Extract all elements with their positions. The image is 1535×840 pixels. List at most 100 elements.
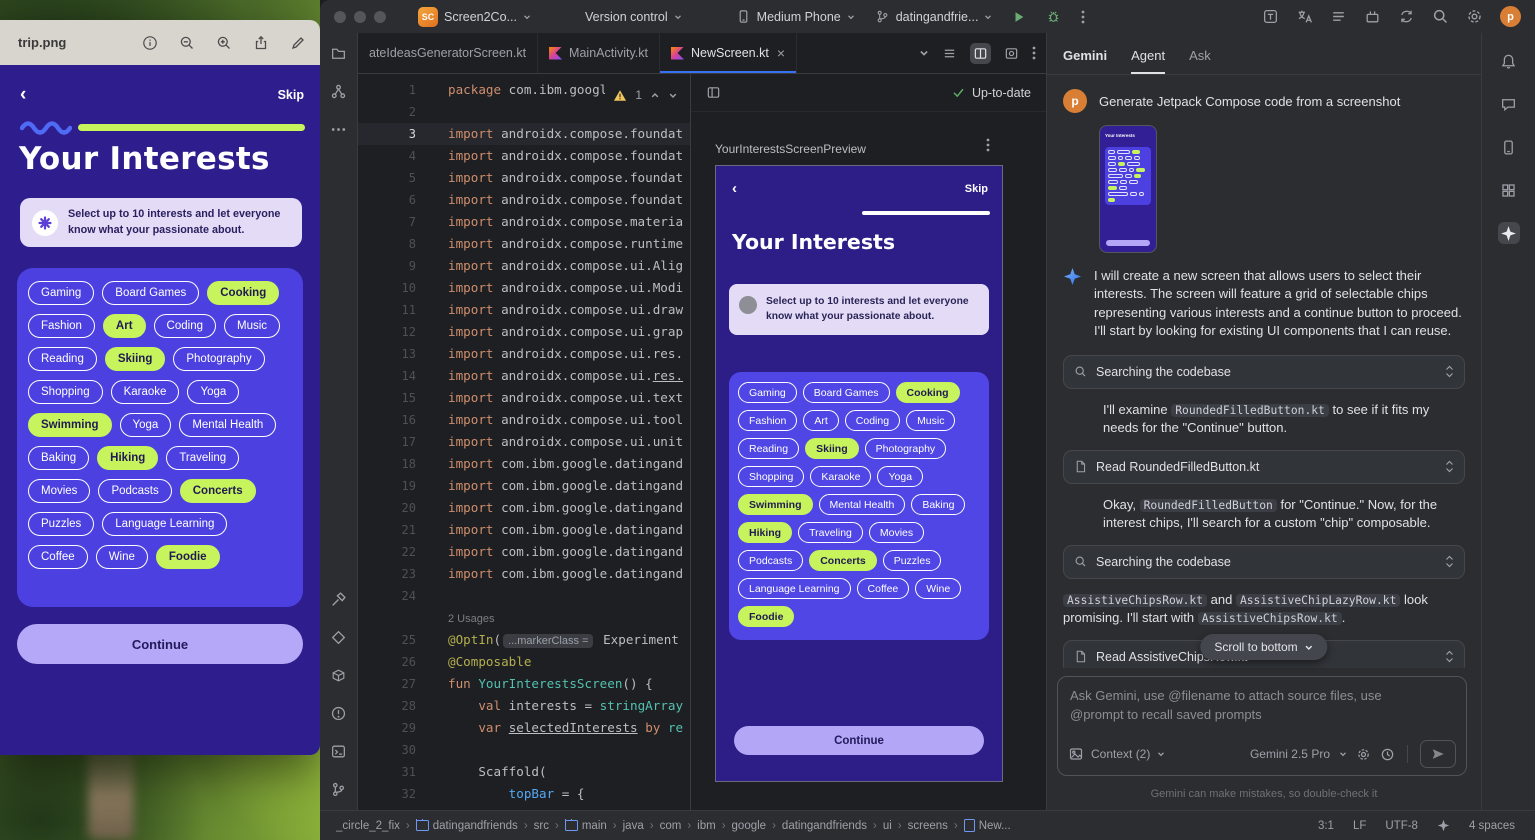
design-view-icon[interactable]	[1001, 43, 1022, 64]
code-line[interactable]: 4import androidx.compose.foundat	[358, 145, 690, 167]
line-separator[interactable]: LF	[1353, 820, 1366, 832]
breadcrumb-_circle_2_fix[interactable]: _circle_2_fix	[336, 820, 400, 832]
history-clock-icon[interactable]	[1380, 747, 1395, 762]
run-button[interactable]	[1006, 7, 1032, 27]
project-tool-icon[interactable]	[330, 45, 347, 62]
tab-agent[interactable]: Agent	[1131, 48, 1165, 74]
breadcrumb-google[interactable]: google	[732, 820, 767, 832]
code-line[interactable]: 24	[358, 585, 690, 607]
code-line[interactable]: 7import androidx.compose.materia	[358, 211, 690, 233]
breadcrumb-new-[interactable]: New...	[964, 819, 1011, 832]
tab-ask[interactable]: Ask	[1189, 48, 1211, 74]
editor-kebab-icon[interactable]	[1032, 46, 1036, 60]
code-editor[interactable]: 1package com.ibm.googl23import androidx.…	[358, 74, 690, 810]
notifications-bell-icon[interactable]	[1498, 50, 1520, 72]
terminal-icon[interactable]	[330, 743, 347, 760]
code-line[interactable]: 17import androidx.compose.ui.unit	[358, 431, 690, 453]
code-line[interactable]: 32 topBar = {	[358, 783, 690, 805]
search-icon[interactable]	[1432, 8, 1449, 25]
code-line[interactable]: 15import androidx.compose.ui.text	[358, 387, 690, 409]
ui-check-icon[interactable]	[1262, 8, 1279, 25]
more-tools-icon[interactable]	[330, 121, 347, 138]
build-hammer-icon[interactable]	[330, 591, 347, 608]
file-encoding[interactable]: UTF-8	[1385, 820, 1418, 832]
code-line[interactable]: 12import androidx.compose.ui.grap	[358, 321, 690, 343]
code-line[interactable]: 8import androidx.compose.runtime	[358, 233, 690, 255]
share-icon[interactable]	[252, 34, 269, 51]
gemini-status-icon[interactable]	[1437, 819, 1450, 832]
code-line[interactable]: 18import com.ibm.google.datingand	[358, 453, 690, 475]
device-selector[interactable]: Medium Phone	[730, 6, 861, 27]
breadcrumb-main[interactable]: main	[565, 820, 607, 832]
scroll-to-bottom-button[interactable]: Scroll to bottom	[1200, 634, 1327, 660]
markup-pencil-icon[interactable]	[289, 34, 306, 51]
attachment-thumbnail[interactable]: Your Interests	[1099, 125, 1157, 253]
preview-sync-status[interactable]: Up-to-date	[952, 86, 1031, 100]
preview-name[interactable]: YourInterestsScreenPreview	[715, 142, 866, 156]
split-pane-icon[interactable]	[706, 85, 721, 100]
code-line[interactable]: 14import androidx.compose.ui.res.	[358, 365, 690, 387]
todo-list-icon[interactable]	[1330, 8, 1347, 25]
gemini-input[interactable]: Ask Gemini, use @filename to attach sour…	[1057, 676, 1467, 776]
run-configuration[interactable]: datingandfrie...	[869, 6, 999, 27]
prev-problem-chevron-icon[interactable]	[650, 91, 660, 100]
preview-kebab-icon[interactable]	[986, 138, 990, 152]
breadcrumb-ibm[interactable]: ibm	[697, 820, 716, 832]
project-selector[interactable]: SC Screen2Co...	[412, 4, 537, 30]
code-line[interactable]: 20import com.ibm.google.datingand	[358, 497, 690, 519]
minimize-window-icon[interactable]	[354, 11, 366, 23]
version-control-icon[interactable]	[330, 781, 347, 798]
split-view-icon[interactable]	[970, 43, 991, 64]
expand-chevrons-icon[interactable]	[1445, 460, 1454, 473]
translate-icon[interactable]	[1296, 8, 1313, 25]
editor-tab-NewScreen.kt[interactable]: NewScreen.kt×	[660, 33, 797, 73]
code-line[interactable]: 30	[358, 739, 690, 761]
send-button[interactable]	[1420, 740, 1456, 768]
quality-insights-icon[interactable]	[330, 629, 347, 646]
code-line[interactable]: 27fun YourInterestsScreen() {	[358, 673, 690, 695]
context-label[interactable]: Context (2)	[1091, 747, 1150, 761]
tool-call-row[interactable]: Searching the codebase	[1063, 545, 1465, 579]
code-line[interactable]: 2 Usages	[358, 607, 690, 629]
close-tab-icon[interactable]: ×	[777, 46, 785, 60]
code-line[interactable]: 2	[358, 101, 690, 123]
close-window-icon[interactable]	[334, 11, 346, 23]
sync-icon[interactable]	[1398, 8, 1415, 25]
code-line[interactable]: 28 val interests = stringArray	[358, 695, 690, 717]
caret-position[interactable]: 3:1	[1318, 820, 1334, 832]
code-line[interactable]: 13import androidx.compose.ui.res.	[358, 343, 690, 365]
ai-chat-icon[interactable]	[1498, 93, 1520, 115]
code-line[interactable]: 29 var selectedInterests by re	[358, 717, 690, 739]
code-line[interactable]: 25@OptIn(...markerClass = Experiment	[358, 629, 690, 651]
image-attach-icon[interactable]	[1068, 746, 1084, 762]
code-line[interactable]: 19import com.ibm.google.datingand	[358, 475, 690, 497]
inspection-widget[interactable]: 1	[605, 86, 682, 104]
breadcrumb-screens[interactable]: screens	[908, 820, 948, 832]
expand-chevrons-icon[interactable]	[1445, 650, 1454, 663]
next-problem-chevron-icon[interactable]	[668, 91, 678, 100]
settings-gear-icon[interactable]	[1466, 8, 1483, 25]
hidden-tabs-chevron-icon[interactable]	[919, 48, 929, 58]
model-selector[interactable]: Gemini 2.5 Pro	[1250, 747, 1330, 761]
zoom-in-icon[interactable]	[215, 34, 232, 51]
code-line[interactable]: 6import androidx.compose.foundat	[358, 189, 690, 211]
debug-button[interactable]	[1040, 6, 1067, 27]
breadcrumb-java[interactable]: java	[623, 820, 644, 832]
code-line[interactable]: 22import com.ibm.google.datingand	[358, 541, 690, 563]
device-explorer-icon[interactable]	[1498, 136, 1520, 158]
zoom-out-icon[interactable]	[178, 34, 195, 51]
code-line[interactable]: 16import androidx.compose.ui.tool	[358, 409, 690, 431]
breadcrumb-ui[interactable]: ui	[883, 820, 892, 832]
gemini-settings-gear-icon[interactable]	[1356, 747, 1371, 762]
user-avatar[interactable]: p	[1500, 6, 1521, 27]
expand-chevrons-icon[interactable]	[1445, 365, 1454, 378]
code-line[interactable]: 9import androidx.compose.ui.Alig	[358, 255, 690, 277]
code-line[interactable]: 10import androidx.compose.ui.Modi	[358, 277, 690, 299]
device-manager-icon[interactable]	[330, 667, 347, 684]
editor-tab-MainActivity.kt[interactable]: MainActivity.kt	[538, 33, 660, 73]
code-line[interactable]: 31 Scaffold(	[358, 761, 690, 783]
vcs-widget[interactable]: Version control	[579, 7, 688, 27]
code-line[interactable]: 5import androidx.compose.foundat	[358, 167, 690, 189]
breadcrumb-src[interactable]: src	[534, 820, 549, 832]
breadcrumb-com[interactable]: com	[660, 820, 682, 832]
